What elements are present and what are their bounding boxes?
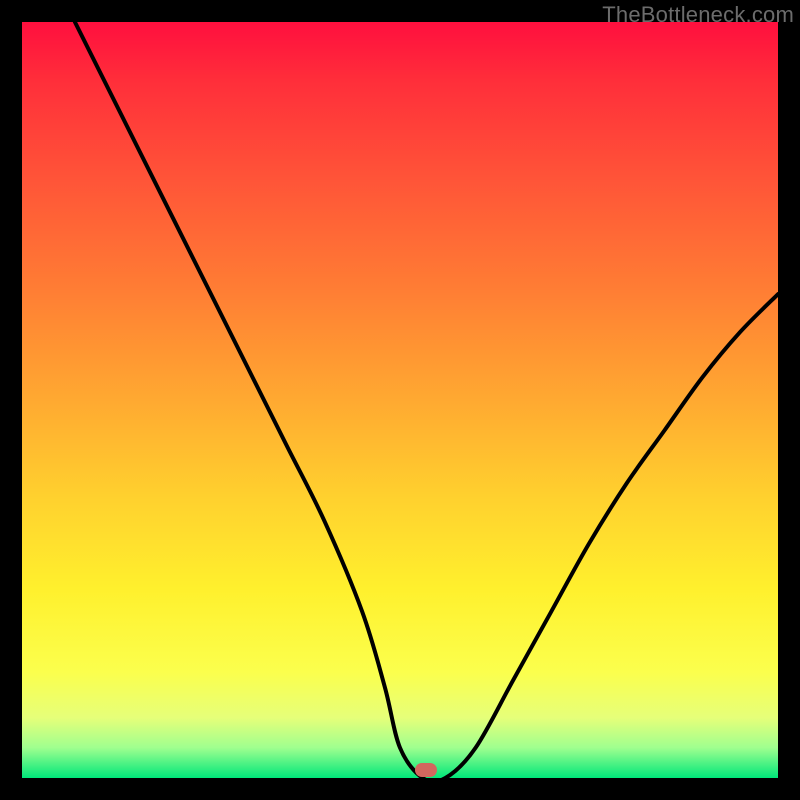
plot-area [22, 22, 778, 778]
optimal-marker [415, 763, 437, 777]
bottleneck-curve [22, 22, 778, 778]
chart-frame: TheBottleneck.com [0, 0, 800, 800]
